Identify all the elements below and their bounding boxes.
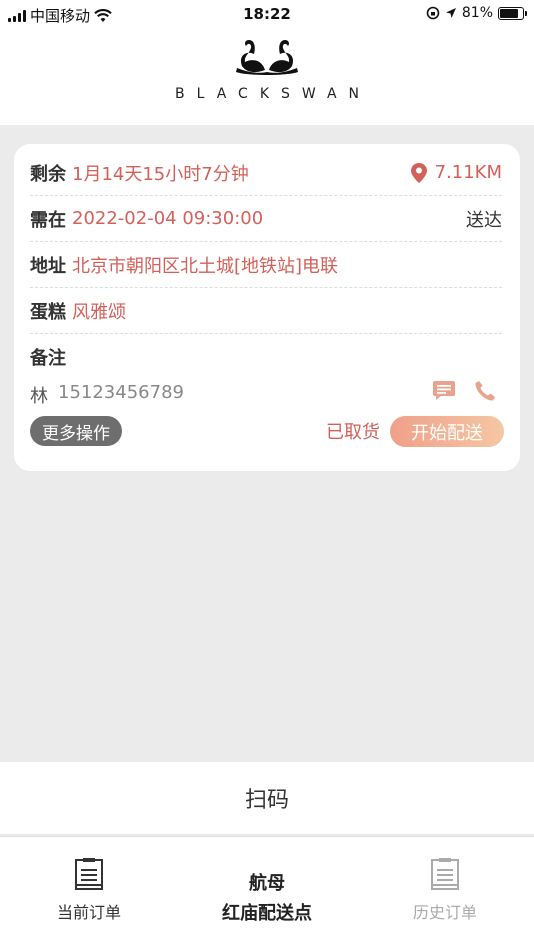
- more-actions-button[interactable]: 更多操作: [30, 416, 122, 446]
- start-delivery-button[interactable]: 开始配送: [390, 416, 504, 447]
- location-arrow-icon: [445, 8, 456, 18]
- distance-group: 7.11KM: [410, 162, 502, 183]
- tab-history-orders[interactable]: 历史订单: [400, 857, 490, 923]
- cake-value: 风雅颂: [72, 301, 126, 323]
- address-value: 北京市朝阳区北土城[地铁站]电联: [72, 255, 339, 277]
- distance-value: 7.11KM: [434, 162, 502, 183]
- due-value: 2022-02-04 09:30:00: [72, 208, 264, 229]
- tab-history-label: 历史订单: [412, 903, 477, 922]
- brand-name: BLACKSWAN: [174, 86, 372, 102]
- orientation-lock-icon: [426, 6, 440, 20]
- cake-row: 蛋糕 风雅颂: [30, 288, 502, 334]
- clipboard-icon: [75, 858, 103, 890]
- contact-phone: 15123456789: [58, 382, 184, 403]
- order-card[interactable]: 剩余 1月14天15小时7分钟 7.11KM 需在 2022-02-04 09:…: [14, 144, 520, 471]
- phone-icon[interactable]: [474, 380, 496, 402]
- remark-label: 备注: [30, 348, 66, 369]
- battery-icon: [498, 6, 527, 20]
- station-line-1: 航母: [249, 873, 285, 894]
- clipboard-icon: [431, 858, 459, 890]
- remaining-row: 剩余 1月14天15小时7分钟 7.11KM: [30, 150, 502, 196]
- contact-name: 林: [30, 386, 48, 407]
- scan-button[interactable]: 扫码: [0, 762, 534, 834]
- status-bar: 中国移动 18:22 81%: [0, 0, 534, 28]
- message-icon[interactable]: [432, 380, 456, 402]
- status-right: 81%: [426, 5, 527, 21]
- battery-percent: 81%: [461, 5, 493, 21]
- address-label: 地址: [30, 255, 66, 277]
- contact-info: 林 15123456789: [30, 382, 184, 408]
- delivery-station: 航母 红庙配送点: [167, 869, 367, 929]
- delivery-type: 送达: [466, 209, 502, 231]
- due-label: 需在: [30, 209, 66, 231]
- remaining-value: 1月14天15小时7分钟: [72, 163, 249, 185]
- due-row: 需在 2022-02-04 09:30:00 送达: [30, 196, 502, 242]
- black-swan-logo: [236, 40, 298, 75]
- app-header: BLACKSWAN: [0, 28, 534, 125]
- location-pin-icon: [410, 162, 427, 183]
- cake-label: 蛋糕: [30, 301, 66, 323]
- scan-label: 扫码: [244, 788, 289, 813]
- picked-up-button[interactable]: 已取货: [326, 418, 380, 444]
- tab-current-label: 当前订单: [56, 903, 121, 922]
- remaining-label: 剩余: [30, 163, 66, 185]
- station-line-2: 红庙配送点: [222, 903, 312, 924]
- tab-bar: 当前订单 航母 红庙配送点 历史订单: [0, 836, 534, 950]
- address-row: 地址 北京市朝阳区北土城[地铁站]电联: [30, 242, 502, 288]
- tab-current-orders[interactable]: 当前订单: [44, 857, 134, 923]
- contact-actions: [432, 380, 496, 402]
